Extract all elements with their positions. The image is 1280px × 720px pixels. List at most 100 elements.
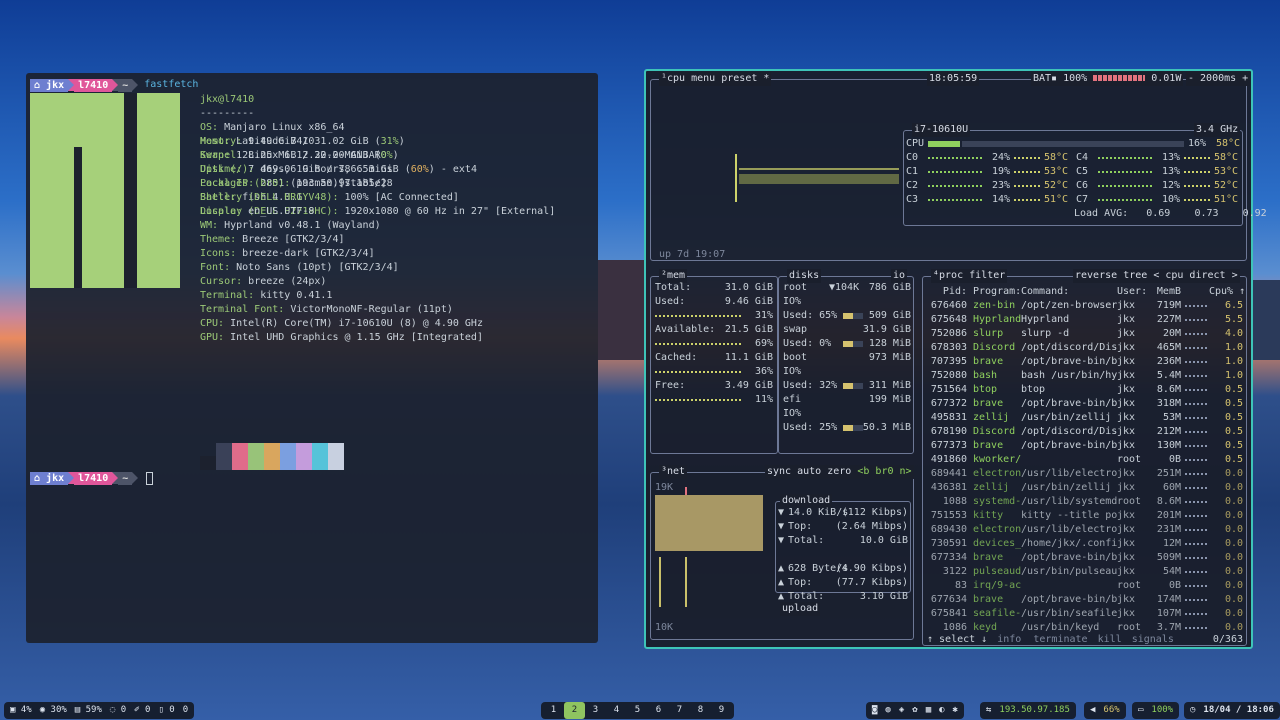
workspace-button[interactable]: 5 [627,702,648,719]
tray-app-icon[interactable]: ◍ [885,702,890,719]
terminal-window[interactable]: ⌂ jkx l7410 ~ fastfetch jkx@l7410 ------… [26,73,598,643]
process-row[interactable]: 678190 Discord/opt/discord/Disc jkx 212M 0.5 [923,425,1246,439]
fetch-memory: Memory: 9.49 GiB / 31.02 GiB (31%) [200,136,405,147]
process-row[interactable]: 678303 Discord/opt/discord/Disc jkx 465M 1.0 [923,341,1246,355]
workspace-button[interactable]: 7 [669,702,690,719]
color-swatches [200,443,344,470]
process-row[interactable]: 707395 brave/opt/brave-bin/br jkx 236M 1.0 [923,355,1246,369]
cpu-tabs[interactable]: ¹cpu menu preset * [659,72,772,86]
process-row[interactable]: 677373 brave/opt/brave-bin/br jkx 130M 0.5 [923,439,1246,453]
cpu-history-graph [735,154,899,202]
proc-column-header[interactable]: Pid: [923,285,967,299]
updates-icon: ✐ [134,705,146,715]
network-ip: 193.50.97.185 [999,705,1070,715]
process-row[interactable]: 495831 zellij/usr/bin/zellij - jkx 53M 0.5 [923,411,1246,425]
fetch-line: Terminal Font: VictorMonoNF-Regular (11p… [200,304,453,315]
cpu-clock: 18:05:59 [927,72,980,86]
shell-prompt: ⌂ jkx l7410 ~ fastfetch [30,78,594,92]
tray-app-icon[interactable]: ◙ [872,702,877,719]
network-controls[interactable]: sync auto zero <b br0 n> [765,465,914,479]
disk-row[interactable]: root ▼104K 786 GiB [783,281,911,295]
proc-select[interactable]: ↑ select ↓ [927,634,987,645]
process-row[interactable]: 491860 kworker/root 0B 0.5 [923,453,1246,467]
process-row[interactable]: 752080 bash bash /usr/bin/hyp jkx 5.4M 1.0 [923,369,1246,383]
bar-stat[interactable]: ▤ 59% [75,702,102,719]
proc-signals[interactable]: signals [1132,634,1174,645]
disk-usage-row: Used: 65% 509 GiB [783,310,911,321]
proc-column-header[interactable]: User: [1117,285,1149,299]
fetch-line: WM: Hyprland v0.48.1 (Wayland) [200,220,381,231]
proc-info[interactable]: info [997,634,1021,645]
disk-icon: ▤ [74,705,86,715]
text-cursor[interactable] [146,471,154,485]
prompt-dir: ~ [118,471,133,485]
bar-stat[interactable]: 0 [183,702,188,719]
proc-controls[interactable]: reverse tree < cpu direct > [1073,269,1240,283]
cpu-core-row: C0 24% 58°C [906,152,1069,163]
workspace-button[interactable]: 4 [606,702,627,719]
tray-app-icon[interactable]: ◐ [939,702,944,719]
tray-app-icon[interactable]: ✿ [912,702,917,719]
process-row[interactable]: 677334 brave/opt/brave-bin/br jkx 509M 0.0 [923,551,1246,565]
tray-app-icon[interactable]: ✱ [953,702,958,719]
proc-title[interactable]: ⁴proc filter [931,269,1008,283]
process-row[interactable]: 689441 electron/usr/lib/electron jkx 251M 0.… [923,467,1246,481]
process-row[interactable]: 677634 brave/opt/brave-bin/br jkx 174M 0.0 [923,593,1246,607]
proc-column-header[interactable]: Program: [973,285,1021,299]
process-row[interactable]: 436381 zellij/usr/bin/zellij - jkx 60M 0.0 [923,481,1246,495]
clock[interactable]: ◷ 18/04 / 18:06 [1184,702,1280,719]
process-row[interactable]: 751564 btop btop jkx 8.6M 0.5 [923,383,1246,397]
workspace-button[interactable]: 9 [711,702,732,719]
process-row[interactable]: 730591 devices_/home/jkx/.config jkx 12M 0.0 [923,537,1246,551]
bar-stat[interactable]: ◌ 0 [110,702,126,719]
process-row[interactable]: 83 irq/9-ac root 0B 0.0 [923,579,1246,593]
battery-status[interactable]: ▭ 100% [1132,702,1180,719]
network-status[interactable]: ⇆ 193.50.97.185 [980,702,1076,719]
proc-column-header[interactable]: Cpu% ↑ [1209,285,1245,299]
volume-status[interactable]: ◀ 66% [1084,702,1126,719]
cpu-core-row: C7 10% 51°C [1076,194,1239,205]
fetch-line: OS: Manjaro Linux x86_64 [200,122,345,133]
cpu-interval[interactable]: - 2000ms + [1186,72,1251,86]
network-title: ³net [659,465,688,479]
tray-app-icon[interactable]: ◈ [899,702,904,719]
proc-kill[interactable]: kill [1098,634,1122,645]
btop-window[interactable]: ¹cpu menu preset * 18:05:59 BAT▪ 100% 0.… [644,69,1267,649]
proc-terminate[interactable]: terminate [1033,634,1087,645]
process-row[interactable]: 675841 seafile-/usr/bin/seafile-jkx 107M 0.… [923,607,1246,621]
workspace-button[interactable]: 6 [648,702,669,719]
proc-column-header[interactable]: Command: [1021,285,1117,299]
bar-stat[interactable]: ▣ 4% [10,702,32,719]
workspaces: 123456789 [541,702,734,719]
workspace-button[interactable]: 8 [690,702,711,719]
process-row[interactable]: 689430 electron/usr/lib/electron jkx 231M 0.… [923,523,1246,537]
process-row[interactable]: 676460 zen-bin/opt/zen-browser-jkx 719M 6.5 [923,299,1246,313]
shell-prompt-2: ⌂ jkx l7410 ~ [30,471,154,485]
process-row[interactable]: 3122 pulseaud/usr/bin/pulseaud jkx 54M 0.0 [923,565,1246,579]
workspace-button[interactable]: 3 [585,702,606,719]
system-stats: ▣ 4% ◉ 30% ▤ 59% ◌ 0 ✐ 0 ▯ 0 0 [4,702,195,719]
manjaro-logo-icon [30,93,180,288]
process-row[interactable]: 675648 Hyprland Hyprland jkx 227M 5.5 [923,313,1246,327]
workspace-button[interactable]: 1 [543,702,564,719]
proc-column-header[interactable]: MemB [1149,285,1181,299]
bar-stat[interactable]: ✐ 0 [134,702,150,719]
process-row[interactable]: 1088 systemd-/usr/lib/systemd/root 8.6M 0.0 [923,495,1246,509]
process-row[interactable]: 677372 brave/opt/brave-bin/br jkx 318M 0.5 [923,397,1246,411]
cpu-core-row: C1 19% 53°C [906,166,1069,177]
tray-app-icon[interactable]: ▦ [926,702,931,719]
disk-row[interactable]: efi 199 MiB [783,393,911,407]
process-row[interactable]: 751553 kitty kitty --title pop jkx 201M 0.0 [923,509,1246,523]
clock-icon: ◷ [1190,705,1196,715]
disk-row[interactable]: boot 973 MiB [783,351,911,365]
bar-stat[interactable]: ▯ 0 [158,702,174,719]
memory-row: Cached: 11.1 GiB [655,352,773,363]
fetch-line: GPU: Intel UHD Graphics @ 1.15 GHz [Inte… [200,332,483,343]
process-row[interactable]: 752086 slurp slurp -d jkx 20M 4.0 [923,327,1246,341]
network-icon: ⇆ [986,705,992,715]
workspace-button[interactable]: 2 [564,702,585,719]
disk-io-row: IO% [783,366,802,377]
disk-row[interactable]: swap 31.9 GiB [783,323,911,337]
bar-stat[interactable]: ◉ 30% [40,702,67,719]
network-panel: ³net sync auto zero <b br0 n> 19K 10K do… [650,465,914,640]
